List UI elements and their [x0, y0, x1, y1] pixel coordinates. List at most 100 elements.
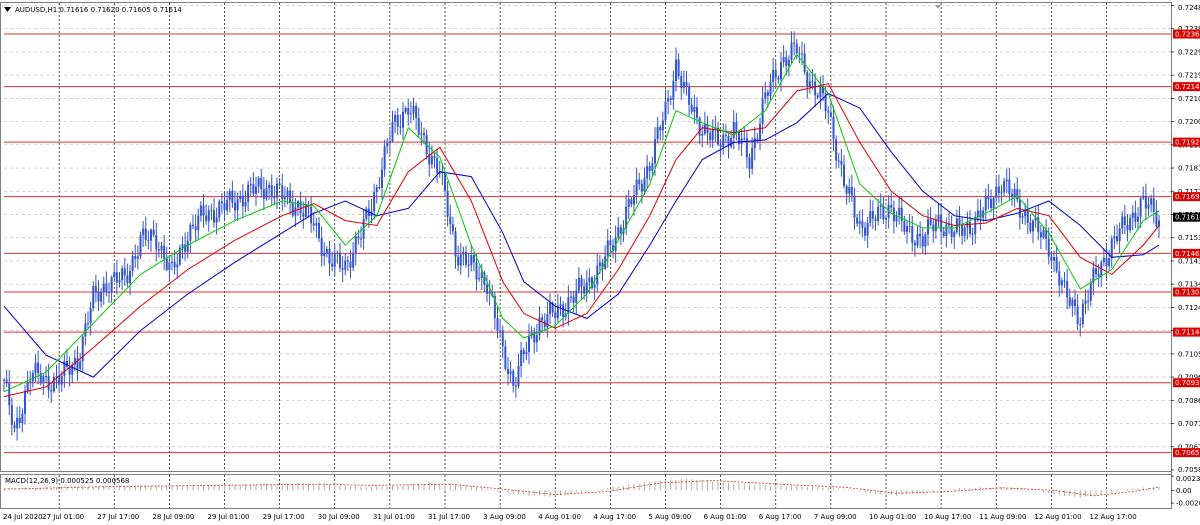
candle-body: [916, 233, 919, 246]
candle-body: [496, 317, 499, 331]
candle-body: [585, 282, 588, 294]
time-tick-label: 12 Aug 01:00: [1034, 513, 1081, 521]
candle-body: [1008, 179, 1011, 195]
candle-body: [262, 189, 265, 199]
candle-body: [286, 190, 289, 198]
candle-body: [698, 117, 701, 136]
candle-body: [1032, 220, 1034, 232]
candle-body: [633, 194, 635, 205]
candle-body: [1071, 299, 1074, 306]
candle-body: [945, 224, 948, 237]
candle-body: [94, 286, 97, 292]
candle-body: [451, 224, 454, 232]
candle-body: [34, 362, 37, 374]
candle-body: [651, 163, 654, 171]
candle-body: [646, 166, 649, 179]
candle-body: [743, 138, 746, 140]
candle-body: [806, 72, 809, 87]
macd-pane[interactable]: [0, 474, 1172, 509]
candle-body: [21, 413, 24, 423]
candle-body: [331, 263, 334, 267]
trading-terminal-chart[interactable]: 0.724800.723850.722900.721950.721000.720…: [0, 0, 1200, 525]
candle-body: [769, 81, 772, 96]
candle-body: [1024, 210, 1027, 217]
candle-body: [454, 231, 457, 257]
candle-body: [919, 233, 922, 237]
candle-body: [97, 291, 100, 302]
candle-body: [680, 76, 683, 88]
level-price-tag-label: 0.72363: [1175, 31, 1200, 39]
candle-body: [554, 312, 557, 319]
candle-body: [643, 178, 646, 192]
time-tick-label: 4 Aug 17:00: [593, 513, 636, 521]
candle-body: [357, 236, 360, 239]
candle-body: [160, 245, 163, 251]
candle-body: [260, 177, 263, 190]
candle-body: [218, 201, 221, 218]
candle-body: [373, 192, 376, 212]
candle-body: [856, 217, 859, 224]
price-tick-label: 0.72005: [1178, 118, 1200, 126]
candle-body: [66, 360, 68, 367]
candle-body: [26, 382, 29, 391]
candle-body: [871, 211, 874, 219]
candle-body: [827, 111, 830, 113]
candle-body: [690, 104, 693, 112]
candle-body: [381, 169, 383, 188]
time-tick-label: 10 Aug 17:00: [924, 513, 971, 521]
candle-body: [840, 160, 843, 165]
candle-body: [102, 283, 105, 293]
candle-body: [927, 219, 929, 235]
macd-tick-label: -0.00209: [1176, 500, 1200, 508]
candle-body: [722, 134, 725, 147]
candle-body: [942, 231, 945, 237]
candle-body: [108, 292, 110, 294]
candle-body: [5, 379, 8, 383]
price-tick-label: 0.71815: [1178, 165, 1200, 173]
candle-body: [1121, 216, 1124, 229]
price-tick-label: 0.72195: [1178, 72, 1200, 80]
candle-body: [801, 53, 803, 55]
candle-body: [785, 57, 788, 66]
candle-body: [976, 210, 979, 217]
candle-body: [528, 335, 530, 353]
main-chart-pane[interactable]: [0, 2, 1172, 472]
candle-body: [1129, 217, 1132, 231]
candle-body: [929, 219, 932, 225]
candle-body: [470, 255, 473, 266]
candle-body: [375, 187, 378, 193]
candle-body: [289, 190, 292, 204]
candle-body: [45, 375, 47, 377]
candle-body: [879, 205, 882, 207]
candle-body: [320, 238, 323, 257]
candle-body: [777, 77, 780, 80]
candle-body: [819, 87, 822, 98]
candle-body: [703, 123, 706, 134]
candle-body: [265, 188, 268, 199]
candle-body: [719, 144, 722, 147]
candle-body: [241, 195, 244, 207]
candle-body: [171, 261, 173, 263]
time-tick-label: 31 Jul 01:00: [373, 513, 415, 521]
candle-body: [693, 106, 696, 112]
candle-body: [1158, 220, 1160, 227]
candle-body: [1081, 303, 1084, 325]
candle-body: [239, 195, 242, 200]
time-tick-label: 24 Jul 2020: [3, 513, 43, 521]
time-tick-label: 29 Jul 17:00: [263, 513, 305, 521]
candle-body: [396, 115, 399, 127]
macd-tick-label: 0.002315: [1176, 475, 1200, 483]
candle-body: [115, 272, 118, 283]
candle-body: [795, 43, 798, 54]
candle-body: [1131, 212, 1134, 218]
candle-body: [992, 197, 995, 209]
candle-body: [42, 375, 45, 384]
price-tick-label: 0.71340: [1178, 281, 1200, 289]
candle-body: [404, 108, 407, 112]
candle-body: [168, 262, 171, 271]
candle-body: [504, 346, 507, 369]
candle-body: [1105, 257, 1108, 267]
candle-body: [346, 260, 349, 262]
candle-body: [315, 223, 318, 226]
candle-body: [194, 226, 197, 231]
